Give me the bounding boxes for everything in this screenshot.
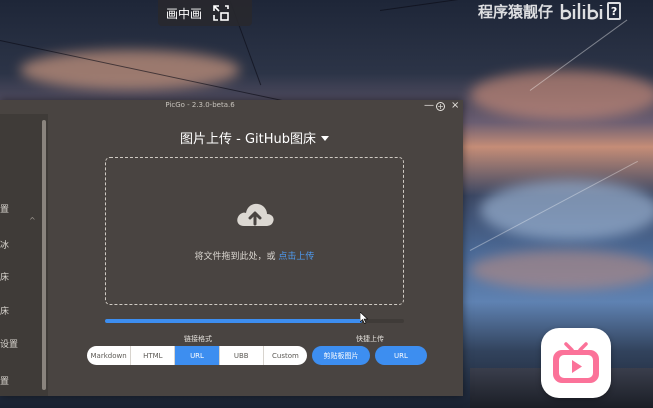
bilibili-tv-icon[interactable]: [541, 328, 611, 398]
chevron-up-icon[interactable]: ^: [29, 216, 36, 225]
url-upload-button[interactable]: URL: [375, 346, 427, 365]
sidebar-item-settings-group[interactable]: 置: [0, 202, 9, 215]
sidebar: 置 ^ 冰 床 床 设置 置: [0, 114, 48, 396]
caret-down-icon: [321, 136, 330, 141]
link-format-title: 链接格式: [184, 335, 212, 343]
minimize-button[interactable]: —: [424, 101, 434, 111]
sidebar-item-settings[interactable]: 设置: [0, 337, 18, 350]
click-upload-link[interactable]: 点击上传: [278, 252, 314, 262]
sidebar-item-bed-2[interactable]: 床: [0, 270, 9, 283]
sidebar-scrollbar[interactable]: [42, 120, 46, 390]
format-custom-button[interactable]: Custom: [264, 346, 307, 365]
bilibili-logo: [560, 3, 603, 20]
cloud-upload-icon: [237, 203, 274, 226]
link-format-group: Markdown HTML URL UBB Custom: [87, 346, 307, 365]
upload-progress-fill: [105, 319, 363, 323]
uploader-selector[interactable]: 图片上传 - GitHub图床: [180, 128, 330, 147]
sidebar-item-bed-3[interactable]: 床: [0, 304, 9, 317]
clipboard-upload-button[interactable]: 剪贴板图片: [312, 346, 370, 365]
upload-dropzone[interactable]: 将文件拖到此处，或 点击上传: [105, 157, 404, 305]
format-ubb-button[interactable]: UBB: [220, 346, 264, 365]
plus-icon: +: [437, 101, 444, 111]
watermark-text: 程序猿靓仔: [478, 2, 554, 21]
picgo-window: PicGo - 2.3.0-beta.6 — + × 置 ^ 冰 床 床 设置 …: [0, 100, 463, 396]
sidebar-item-bed-1[interactable]: 冰: [0, 238, 9, 251]
format-markdown-button[interactable]: Markdown: [87, 346, 132, 365]
cloud: [470, 250, 653, 290]
exit-pip-icon[interactable]: [212, 4, 230, 22]
format-html-button[interactable]: HTML: [131, 346, 176, 365]
pip-overlay[interactable]: 画中画: [158, 0, 252, 26]
dropzone-hint: 将文件拖到此处，或 点击上传: [106, 249, 403, 262]
bili-badge: ?: [607, 2, 622, 20]
quick-upload-title: 快捷上传: [356, 335, 384, 343]
titlebar[interactable]: PicGo - 2.3.0-beta.6 — + ×: [0, 100, 463, 114]
format-url-button[interactable]: URL: [175, 346, 220, 365]
window-title: PicGo - 2.3.0-beta.6: [165, 101, 235, 109]
mouse-cursor-icon: [360, 312, 368, 324]
video-watermark: 程序猿靓仔 ?: [478, 0, 622, 22]
sidebar-item-config[interactable]: 置: [0, 374, 9, 387]
pip-label: 画中画: [166, 6, 203, 21]
close-button[interactable]: ×: [451, 101, 459, 111]
dropzone-hint-text: 将文件拖到此处，或: [194, 252, 279, 262]
cloud: [470, 70, 653, 120]
page-title: 图片上传 - GitHub图床: [180, 132, 317, 147]
tv-play-icon: [553, 342, 599, 383]
maximize-button[interactable]: +: [436, 102, 445, 111]
